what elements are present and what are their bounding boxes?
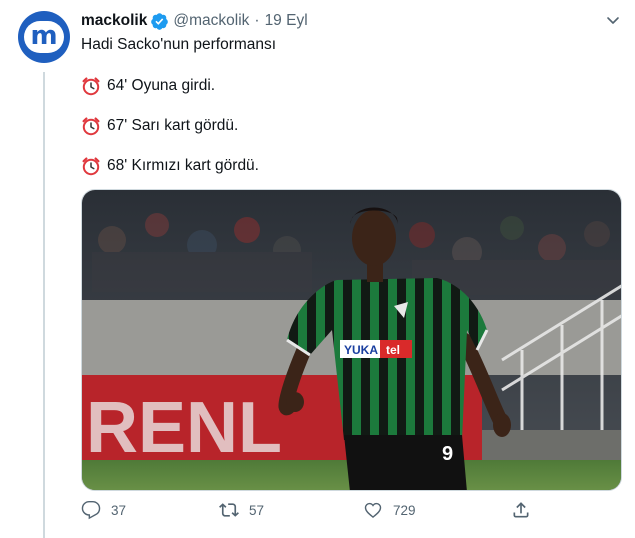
event-line-2: 67' Sarı kart gördü.: [81, 116, 238, 136]
jersey-number-text: 9: [442, 443, 453, 465]
more-options-icon[interactable]: [603, 10, 623, 30]
retweet-count: 57: [249, 502, 265, 518]
alarm-clock-icon: [82, 117, 100, 136]
event-line-3: 68' Kırmızı kart gördü.: [81, 156, 259, 176]
share-button[interactable]: [511, 500, 541, 520]
avatar-logo-letter: m: [30, 21, 58, 51]
retweet-button[interactable]: 57: [219, 500, 264, 520]
author-handle[interactable]: @mackolik: [173, 12, 249, 30]
tweet-text: Hadi Sacko'nun performansı: [81, 36, 277, 53]
verified-badge-icon: [151, 12, 169, 30]
reply-button[interactable]: 37: [81, 500, 126, 520]
jersey-sponsor-text-b: tel: [386, 343, 400, 357]
reply-count: 37: [111, 502, 127, 518]
event-text: 68' Kırmızı kart gördü.: [107, 157, 259, 174]
football-player-photo: RENL YUKA tel 9: [82, 190, 621, 490]
jersey-sponsor-text-a: YUKA: [344, 343, 378, 357]
retweet-icon: [219, 503, 239, 517]
event-line-1: 64' Oyuna girdi.: [81, 76, 215, 96]
heart-icon: [364, 502, 382, 519]
thread-line: [43, 72, 45, 538]
avatar[interactable]: m: [18, 11, 70, 63]
alarm-clock-icon: [82, 77, 100, 96]
event-text: 67' Sarı kart gördü.: [107, 117, 239, 134]
like-count: 729: [393, 502, 416, 518]
reply-icon: [81, 500, 101, 520]
author-name[interactable]: mackolik: [81, 12, 147, 30]
like-button[interactable]: 729: [363, 500, 416, 520]
share-icon: [513, 502, 529, 518]
tweet-header: mackolik @mackolik · 19 Eyl: [81, 10, 308, 32]
event-text: 64' Oyuna girdi.: [107, 77, 216, 94]
alarm-clock-icon: [82, 157, 100, 176]
tweet-date[interactable]: 19 Eyl: [265, 12, 308, 30]
tweet-actions: 37 57 729: [81, 500, 541, 526]
avatar-logo: m: [24, 21, 64, 53]
header-separator: ·: [254, 12, 260, 29]
tweet-media-photo[interactable]: RENL YUKA tel 9: [81, 189, 622, 491]
advertising-board-text: RENL: [86, 388, 282, 468]
